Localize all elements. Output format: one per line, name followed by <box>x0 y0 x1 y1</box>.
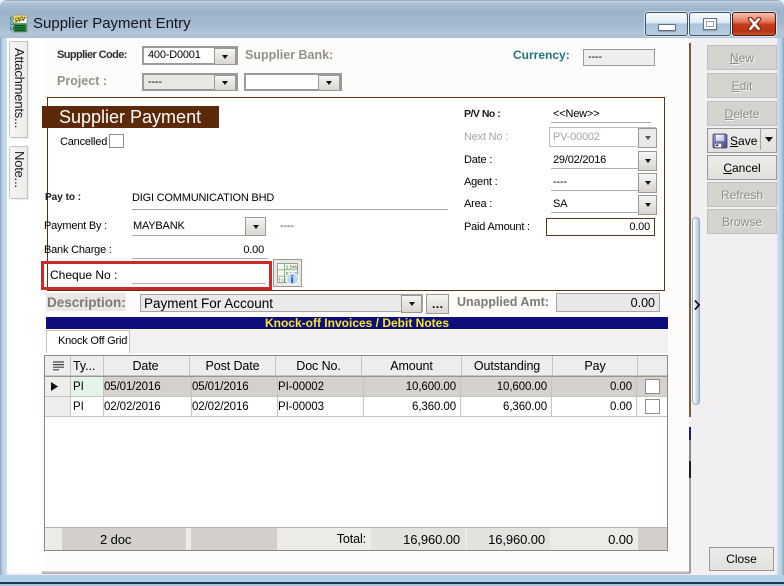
svg-text:T=2: T=2 <box>278 277 286 282</box>
svg-text:i: i <box>291 275 294 286</box>
svg-text:2.546: 2.546 <box>286 265 298 270</box>
